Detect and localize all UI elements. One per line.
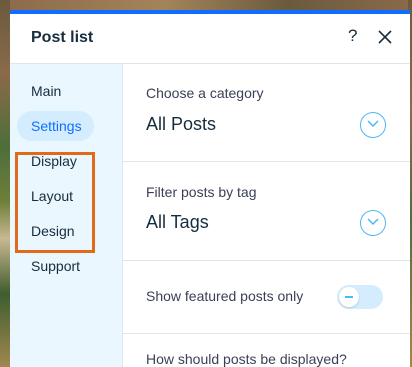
toggle-knob xyxy=(339,287,359,307)
sidebar-item-design[interactable]: Design xyxy=(31,223,75,239)
question-mark-icon[interactable]: ? xyxy=(348,26,357,46)
featured-section: Show featured posts only xyxy=(123,261,410,334)
settings-content: Choose a category All Posts Filter posts… xyxy=(123,64,410,367)
close-icon[interactable] xyxy=(377,29,393,45)
category-label: Choose a category xyxy=(146,85,264,101)
panel-header: Post list ? xyxy=(10,14,410,64)
settings-panel: Post list ? Main Settings Display Layout… xyxy=(10,10,410,367)
display-question-label: How should posts be displayed? xyxy=(146,351,347,367)
sidebar-nav: Main Settings Display Layout Design Supp… xyxy=(10,64,123,367)
display-question-section: How should posts be displayed? xyxy=(123,334,410,367)
background-photo xyxy=(0,0,412,10)
sidebar-item-main[interactable]: Main xyxy=(31,83,61,99)
sidebar-item-settings[interactable]: Settings xyxy=(17,111,94,141)
tag-dropdown-value[interactable]: All Tags xyxy=(146,212,209,233)
featured-label: Show featured posts only xyxy=(146,288,304,304)
chevron-down-icon[interactable] xyxy=(360,112,386,138)
tag-section: Filter posts by tag All Tags xyxy=(123,162,410,261)
sidebar-item-layout[interactable]: Layout xyxy=(31,188,73,204)
chevron-down-icon[interactable] xyxy=(360,210,386,236)
panel-title: Post list xyxy=(31,29,94,46)
featured-toggle[interactable] xyxy=(337,285,383,309)
sidebar-item-support[interactable]: Support xyxy=(31,258,80,274)
category-section: Choose a category All Posts xyxy=(123,64,410,162)
tag-label: Filter posts by tag xyxy=(146,184,257,200)
category-dropdown-value[interactable]: All Posts xyxy=(146,114,216,135)
sidebar-item-display[interactable]: Display xyxy=(31,153,77,169)
background-photo-left xyxy=(0,0,10,367)
